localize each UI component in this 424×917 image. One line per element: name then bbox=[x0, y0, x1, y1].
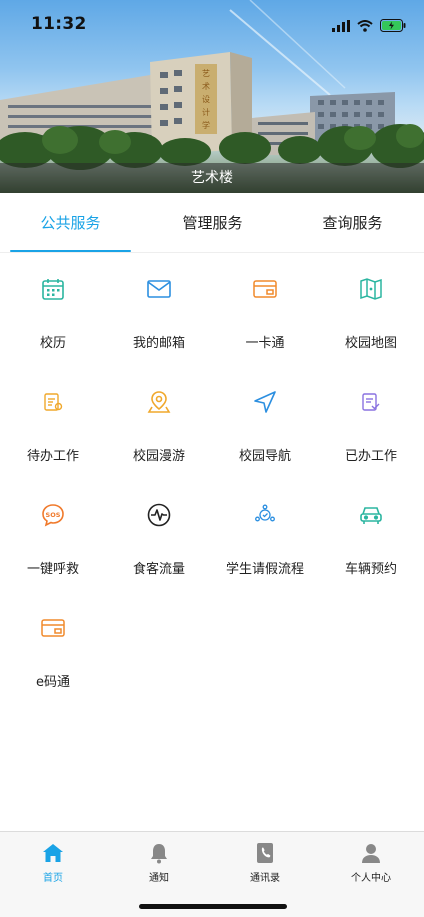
done-document-icon bbox=[359, 390, 383, 414]
status-bar: 11:32 bbox=[0, 0, 424, 50]
status-icons bbox=[332, 17, 406, 36]
contacts-icon bbox=[254, 842, 276, 864]
svg-text:学: 学 bbox=[202, 120, 210, 130]
service-label: 校历 bbox=[39, 336, 66, 351]
svg-text:设: 设 bbox=[202, 94, 210, 104]
status-time: 11:32 bbox=[31, 14, 87, 34]
active-tab-indicator bbox=[10, 250, 131, 252]
service-item-sos[interactable]: SOS 一键呼救 bbox=[0, 479, 106, 592]
service-label: 一卡通 bbox=[245, 336, 285, 351]
service-item-campus-card[interactable]: 一卡通 bbox=[212, 253, 318, 366]
nav-label: 通知 bbox=[149, 873, 169, 884]
service-item-calendar[interactable]: 校历 bbox=[0, 253, 106, 366]
svg-text:计: 计 bbox=[202, 107, 210, 117]
map-icon bbox=[359, 277, 383, 301]
service-label: 已办工作 bbox=[344, 449, 397, 464]
svg-text:SOS: SOS bbox=[46, 511, 61, 519]
battery-charging-icon bbox=[380, 17, 406, 36]
service-label: e码通 bbox=[36, 675, 70, 690]
pulse-icon bbox=[147, 503, 171, 527]
wifi-icon bbox=[357, 17, 373, 36]
tab-query-services[interactable]: 查询服务 bbox=[292, 193, 413, 253]
service-item-campus-tour[interactable]: 校园漫游 bbox=[106, 366, 212, 479]
service-label: 校园导航 bbox=[238, 449, 291, 464]
e-card-icon bbox=[41, 616, 65, 640]
home-indicator bbox=[139, 904, 287, 909]
service-item-e-code[interactable]: e码通 bbox=[0, 592, 106, 705]
service-item-diner-traffic[interactable]: 食客流量 bbox=[106, 479, 212, 592]
todo-icon bbox=[41, 390, 65, 414]
svg-text:艺: 艺 bbox=[202, 69, 210, 78]
home-icon bbox=[42, 842, 64, 864]
service-label: 一键呼救 bbox=[26, 562, 79, 577]
service-tabs: 公共服务 管理服务 查询服务 bbox=[0, 193, 424, 253]
service-item-campus-navigation[interactable]: 校园导航 bbox=[212, 366, 318, 479]
nav-profile[interactable]: 个人中心 bbox=[318, 832, 424, 892]
tab-public-services[interactable]: 公共服务 bbox=[10, 193, 131, 253]
navigation-icon bbox=[253, 390, 277, 414]
service-label: 待办工作 bbox=[26, 449, 79, 464]
service-label: 食客流量 bbox=[132, 562, 185, 577]
service-item-completed-work[interactable]: 已办工作 bbox=[318, 366, 424, 479]
calendar-icon bbox=[41, 277, 65, 301]
service-item-mailbox[interactable]: 我的邮箱 bbox=[106, 253, 212, 366]
bell-icon bbox=[148, 842, 170, 864]
nav-notifications[interactable]: 通知 bbox=[106, 832, 212, 892]
nav-contacts[interactable]: 通讯录 bbox=[212, 832, 318, 892]
signal-icon bbox=[332, 17, 350, 36]
service-item-todo[interactable]: 待办工作 bbox=[0, 366, 106, 479]
service-label: 学生请假流程 bbox=[225, 562, 304, 577]
nav-label: 个人中心 bbox=[351, 873, 391, 884]
service-item-student-leave[interactable]: 学生请假流程 bbox=[212, 479, 318, 592]
banner-caption: 艺术楼 bbox=[0, 163, 424, 193]
service-item-vehicle-booking[interactable]: 车辆预约 bbox=[318, 479, 424, 592]
car-icon bbox=[359, 503, 383, 527]
leave-process-icon bbox=[253, 503, 277, 527]
nav-label: 通讯录 bbox=[250, 873, 280, 884]
service-label: 校园地图 bbox=[344, 336, 397, 351]
card-icon bbox=[253, 277, 277, 301]
tab-management-services[interactable]: 管理服务 bbox=[152, 193, 273, 253]
service-item-campus-map[interactable]: 校园地图 bbox=[318, 253, 424, 366]
location-pin-icon bbox=[147, 390, 171, 414]
person-icon bbox=[360, 842, 382, 864]
nav-label: 首页 bbox=[43, 873, 63, 884]
svg-text:术: 术 bbox=[202, 81, 210, 91]
service-label: 校园漫游 bbox=[132, 449, 185, 464]
nav-home[interactable]: 首页 bbox=[0, 832, 106, 892]
sos-icon: SOS bbox=[41, 503, 65, 527]
service-label: 车辆预约 bbox=[344, 562, 397, 577]
banner[interactable]: 艺 术 设 计 学 11:32 艺术楼 bbox=[0, 0, 424, 193]
mail-icon bbox=[147, 277, 171, 301]
service-label: 我的邮箱 bbox=[132, 336, 185, 351]
